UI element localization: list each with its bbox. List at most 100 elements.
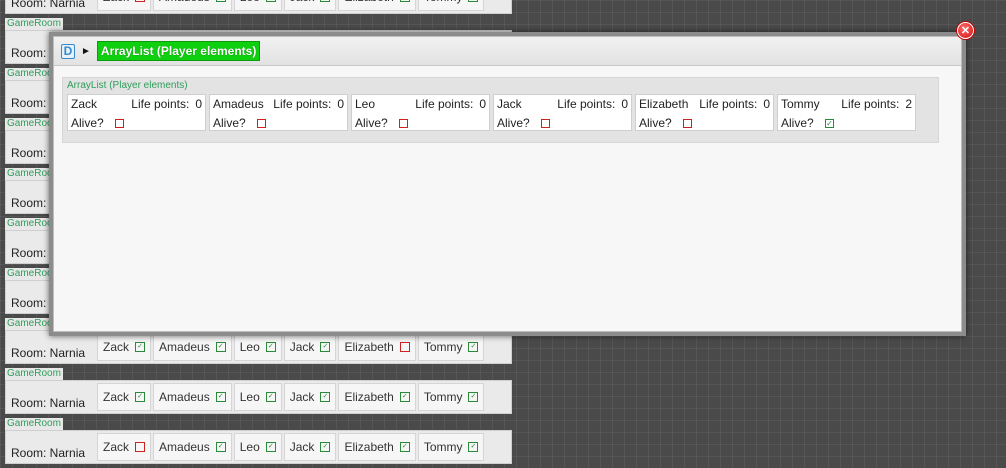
room-player-name: Jack xyxy=(289,390,315,404)
life-points-label: Life points: xyxy=(131,97,190,111)
room-player[interactable]: Elizabeth ✓ xyxy=(338,433,416,461)
alive-checkbox[interactable]: ✓ xyxy=(265,0,276,2)
room-player[interactable]: Amadeus ✓ xyxy=(153,433,232,461)
room-player[interactable]: Leo ✓ xyxy=(233,0,282,11)
room-player[interactable]: Amadeus ✓ xyxy=(153,333,232,361)
room-player[interactable]: Jack ✓ xyxy=(283,0,337,11)
alive-checkbox[interactable] xyxy=(257,119,266,128)
alive-checkbox[interactable]: ✓ xyxy=(468,442,479,452)
room-player[interactable]: Amadeus ✓ xyxy=(153,0,232,11)
room-name: Room: Narnia xyxy=(11,396,86,410)
alive-checkbox[interactable]: ✓ xyxy=(320,0,331,2)
alive-checkbox[interactable]: ✓ xyxy=(215,392,226,402)
alive-checkbox[interactable] xyxy=(135,442,146,452)
room-player[interactable]: Jack ✓ xyxy=(283,333,337,361)
player-name: Leo xyxy=(355,97,376,111)
room-player[interactable]: Zack xyxy=(97,433,152,461)
room-player-name: Tommy xyxy=(423,390,463,404)
room-player[interactable]: Tommy ✓ xyxy=(417,333,485,361)
game-room-box: Room: NarniaZackAmadeus✓Leo✓Jack✓Elizabe… xyxy=(5,430,512,464)
alive-checkbox[interactable] xyxy=(541,119,550,128)
room-player[interactable]: Zack ✓ xyxy=(97,333,152,361)
alive-checkbox[interactable]: ✓ xyxy=(399,0,410,2)
game-room: GameRoom Room: Narnia Zack ✓ Amadeus ✓ Leo ✓ Jac… xyxy=(0,368,520,418)
room-player-name: Amadeus xyxy=(159,440,210,454)
alive-checkbox[interactable]: ✓ xyxy=(468,0,479,2)
room-player[interactable]: Tommy ✓ xyxy=(417,433,485,461)
room-player[interactable]: Elizabeth xyxy=(338,333,416,361)
room-player[interactable]: Elizabeth ✓ xyxy=(338,383,416,411)
inspector-modal: D ► ArrayList (Player elements) ArrayLis… xyxy=(49,32,966,336)
alive-checkbox[interactable]: ✓ xyxy=(215,0,226,2)
room-player[interactable]: Leo ✓ xyxy=(233,383,282,411)
alive-checkbox[interactable]: ✓ xyxy=(468,342,479,352)
room-player[interactable]: Zack ✓ xyxy=(97,383,152,411)
room-player-name: Tommy xyxy=(423,440,463,454)
player-card[interactable]: Jack Life points: 0 Alive? xyxy=(493,94,632,131)
player-list: Zack Life points: 0 Alive? Amadeus Life point… xyxy=(63,94,938,131)
alive-checkbox[interactable]: ✓ xyxy=(320,392,331,402)
room-player[interactable]: Leo ✓ xyxy=(233,433,282,461)
room-player-name: Elizabeth xyxy=(344,440,394,454)
room-player[interactable]: Elizabeth ✓ xyxy=(338,0,416,11)
data-type-icon: D xyxy=(61,43,75,59)
alive-checkbox[interactable]: ✓ xyxy=(135,392,146,402)
alive-label: Alive? xyxy=(355,116,388,130)
room-player-name: Leo xyxy=(239,440,260,454)
player-name: Amadeus xyxy=(213,97,264,111)
life-points: Life points: 0 xyxy=(699,97,770,111)
room-player[interactable]: Tommy ✓ xyxy=(417,0,485,11)
room-player-name: Tommy xyxy=(423,340,463,354)
room-player-name: Zack xyxy=(103,0,129,4)
alive-checkbox[interactable]: ✓ xyxy=(265,342,276,352)
alive-checkbox[interactable]: ✓ xyxy=(399,442,410,452)
game-room-tag: GameRoom xyxy=(5,18,63,30)
room-player[interactable]: Amadeus ✓ xyxy=(153,383,232,411)
alive-checkbox[interactable]: ✓ xyxy=(215,342,226,352)
close-icon[interactable]: ✕ xyxy=(957,22,974,39)
life-points-label: Life points: xyxy=(557,97,616,111)
alive-checkbox[interactable]: ✓ xyxy=(468,392,479,402)
room-player-name: Zack xyxy=(103,390,130,404)
player-card[interactable]: Leo Life points: 0 Alive? xyxy=(351,94,490,131)
player-card[interactable]: Amadeus Life points: 0 Alive? xyxy=(209,94,348,131)
player-name: Tommy xyxy=(781,97,820,111)
alive-checkbox[interactable] xyxy=(115,119,124,128)
player-card[interactable]: Zack Life points: 0 Alive? xyxy=(67,94,206,131)
modal-body: D ► ArrayList (Player elements) ArrayLis… xyxy=(53,36,962,332)
alive-checkbox[interactable]: ✓ xyxy=(320,442,331,452)
room-player[interactable]: Tommy ✓ xyxy=(417,383,485,411)
alive-checkbox[interactable]: ✓ xyxy=(215,442,226,452)
alive-checkbox[interactable] xyxy=(399,342,410,352)
alive-checkbox[interactable]: ✓ xyxy=(320,342,331,352)
alive-checkbox[interactable] xyxy=(399,119,408,128)
player-card[interactable]: Tommy Life points: 2 Alive? ✓ xyxy=(777,94,916,131)
room-player-name: Zack xyxy=(103,440,130,454)
expand-arrow-icon[interactable]: ► xyxy=(81,46,91,57)
alive-checkbox[interactable]: ✓ xyxy=(399,392,410,402)
alive-checkbox[interactable] xyxy=(135,0,146,2)
alive-label: Alive? xyxy=(497,116,530,130)
game-room: GameRoomRoom: NarniaZackAmadeus✓Leo✓Jack… xyxy=(0,418,520,468)
life-points-label: Life points: xyxy=(699,97,758,111)
room-player[interactable]: Jack ✓ xyxy=(283,383,337,411)
room-player-name: Elizabeth xyxy=(344,390,394,404)
room-player-name: Tommy xyxy=(424,0,463,4)
room-player-name: Leo xyxy=(239,390,260,404)
room-player[interactable]: Leo ✓ xyxy=(233,333,282,361)
alive-checkbox[interactable]: ✓ xyxy=(135,342,146,352)
player-card[interactable]: Elizabeth Life points: 0 Alive? xyxy=(635,94,774,131)
life-points: Life points: 2 xyxy=(841,97,912,111)
room-player-name: Jack xyxy=(289,340,315,354)
alive-checkbox[interactable]: ✓ xyxy=(265,442,276,452)
arraylist-panel: ArrayList (Player elements) Zack Life poi… xyxy=(62,77,939,143)
alive-label: Alive? xyxy=(71,116,104,130)
alive-checkbox[interactable]: ✓ xyxy=(265,392,276,402)
modal-header: D ► ArrayList (Player elements) xyxy=(54,37,961,66)
alive-checkbox[interactable]: ✓ xyxy=(825,119,834,128)
room-player[interactable]: Jack ✓ xyxy=(283,433,337,461)
alive-checkbox[interactable] xyxy=(683,119,692,128)
room-player[interactable]: Zack xyxy=(97,0,152,11)
room-player-name: Elizabeth xyxy=(344,340,394,354)
modal-title[interactable]: ArrayList (Player elements) xyxy=(96,41,261,61)
